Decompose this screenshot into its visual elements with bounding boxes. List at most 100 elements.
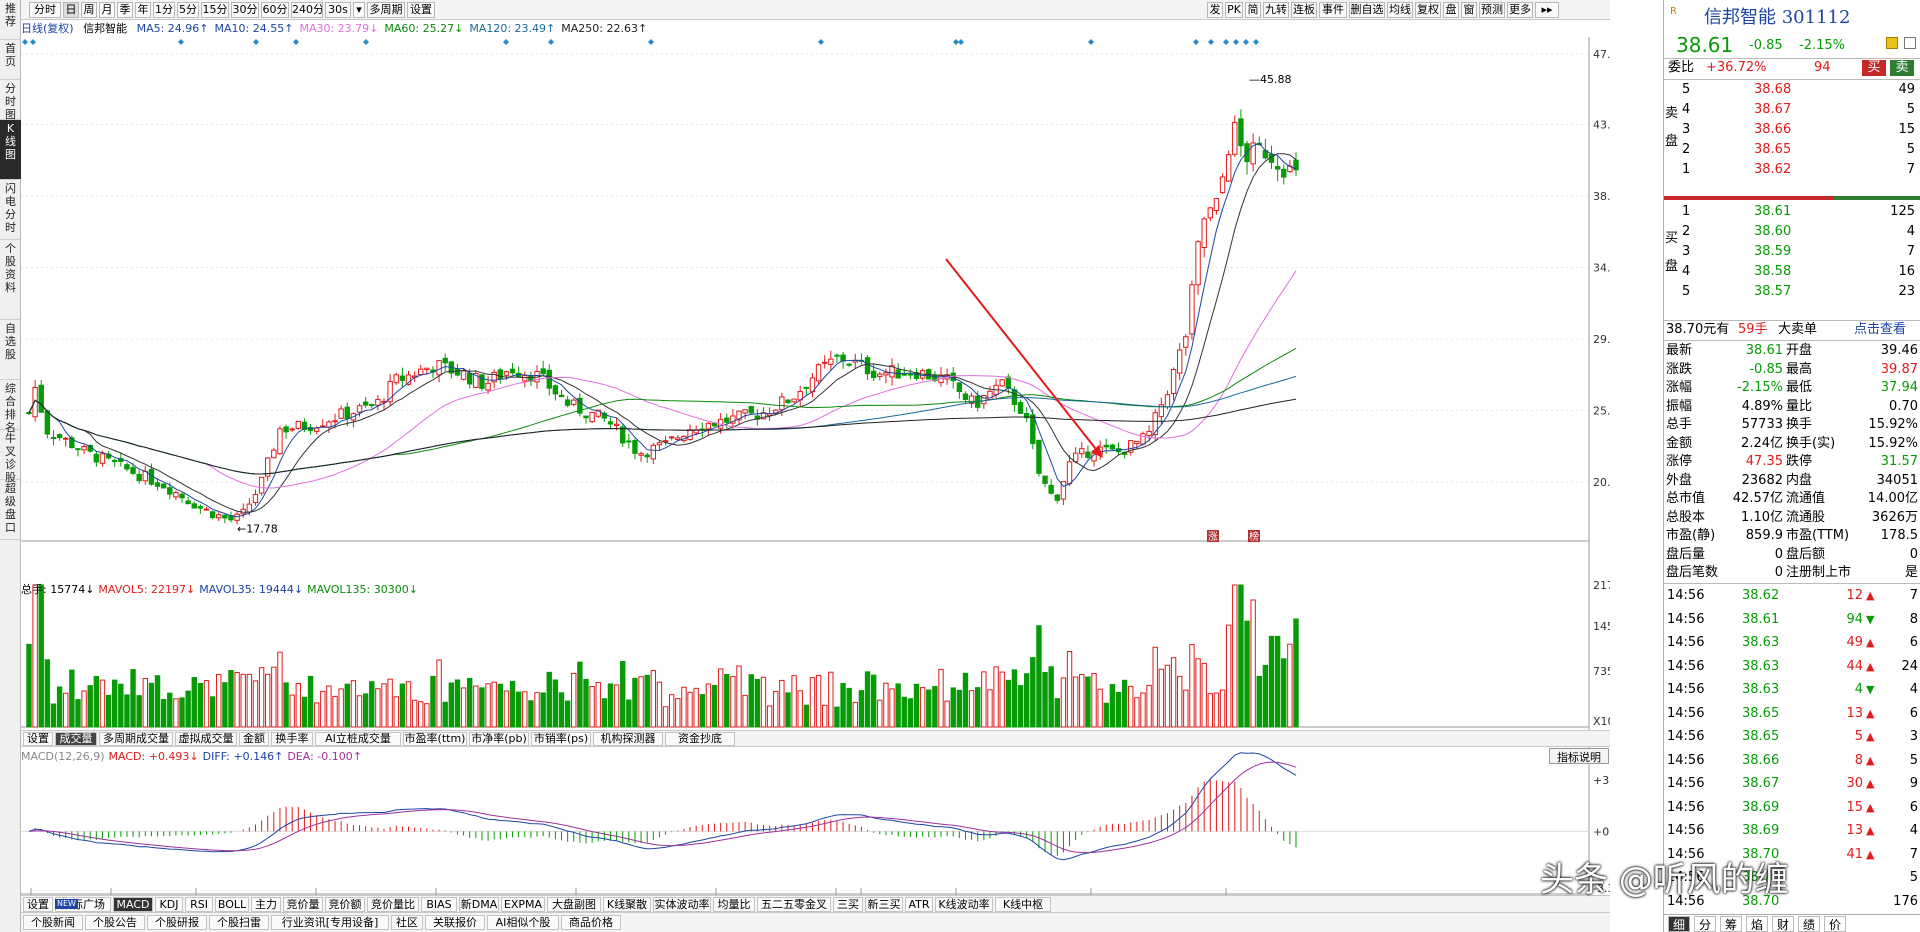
period-button[interactable]: 15分: [201, 2, 229, 18]
candle[interactable]: [1140, 433, 1146, 445]
candle[interactable]: [1048, 484, 1054, 494]
event-marker[interactable]: [1088, 39, 1094, 45]
candle[interactable]: [846, 363, 852, 366]
candle[interactable]: [907, 373, 914, 376]
event-marker[interactable]: [548, 39, 554, 45]
candle[interactable]: [179, 493, 185, 499]
candle[interactable]: [154, 482, 161, 487]
left-nav-item[interactable]: 自选股: [0, 320, 21, 380]
candle[interactable]: [558, 394, 565, 398]
candle[interactable]: [620, 426, 626, 444]
candle[interactable]: [828, 358, 834, 365]
candle[interactable]: [203, 508, 210, 511]
panel-tab[interactable]: 焰: [1746, 916, 1768, 932]
bottom-tab[interactable]: 竞价额: [325, 897, 365, 912]
bottom-tab[interactable]: ATR: [905, 897, 933, 912]
toolbar-right-button[interactable]: 预测: [1479, 2, 1505, 18]
indicator-tab[interactable]: 金额: [239, 732, 269, 746]
candle[interactable]: [1189, 284, 1195, 335]
event-marker[interactable]: [503, 39, 509, 45]
candle[interactable]: [344, 406, 350, 420]
toolbar-right-button[interactable]: 连板: [1291, 2, 1317, 18]
candle[interactable]: [1146, 430, 1152, 436]
candle[interactable]: [160, 483, 167, 489]
toolbar-right-button[interactable]: 复权: [1415, 2, 1441, 18]
toolbar-right-button[interactable]: 盘: [1443, 2, 1459, 18]
info-tab[interactable]: 关联报价: [425, 915, 485, 930]
event-marker[interactable]: [1253, 39, 1259, 45]
period-button[interactable]: ▾: [353, 2, 365, 18]
candle[interactable]: [748, 405, 754, 414]
period-button[interactable]: 240分: [291, 2, 323, 18]
candle[interactable]: [369, 404, 375, 407]
bottom-tab[interactable]: KDJ: [155, 897, 183, 912]
candle[interactable]: [111, 459, 118, 463]
candle[interactable]: [1066, 461, 1073, 485]
candle[interactable]: [136, 473, 142, 482]
toolbar-right-button[interactable]: 事件: [1319, 2, 1347, 18]
candle[interactable]: [583, 415, 589, 419]
candle[interactable]: [870, 370, 877, 379]
candle[interactable]: [552, 385, 559, 395]
event-marker[interactable]: [958, 39, 964, 45]
event-marker[interactable]: [363, 39, 369, 45]
left-nav-item[interactable]: 牛叉诊股: [0, 430, 21, 484]
candle[interactable]: [779, 396, 785, 411]
period-button[interactable]: 1分: [153, 2, 175, 18]
panel-tab[interactable]: 筹: [1720, 916, 1742, 932]
bottom-tab[interactable]: 新三买: [865, 897, 903, 912]
candle[interactable]: [632, 440, 638, 454]
candle[interactable]: [711, 422, 718, 427]
period-button[interactable]: 周: [81, 2, 97, 18]
candle[interactable]: [252, 494, 259, 504]
event-marker[interactable]: [22, 39, 28, 45]
candle[interactable]: [564, 399, 571, 406]
candle[interactable]: [1274, 166, 1281, 170]
candle[interactable]: [173, 491, 179, 498]
indicator-tab[interactable]: 市盈率(ttm): [403, 732, 467, 746]
candle[interactable]: [442, 357, 448, 364]
candle[interactable]: [356, 405, 363, 413]
candle[interactable]: [650, 444, 657, 460]
info-tab[interactable]: 个股研报: [147, 915, 207, 930]
sell-button[interactable]: 卖: [1890, 60, 1914, 76]
period-button[interactable]: 季: [117, 2, 133, 18]
candle[interactable]: [216, 514, 222, 519]
candle[interactable]: [1183, 336, 1189, 348]
candle[interactable]: [130, 467, 136, 474]
period-button[interactable]: 5分: [177, 2, 199, 18]
candle[interactable]: [38, 384, 44, 413]
candle[interactable]: [436, 360, 442, 376]
candle[interactable]: [313, 427, 320, 432]
candle[interactable]: [418, 368, 424, 376]
indicator-explain-button[interactable]: 指标说明: [1549, 748, 1609, 764]
candle[interactable]: [1109, 444, 1116, 450]
bottom-tab[interactable]: RSI: [185, 897, 213, 912]
candle[interactable]: [393, 374, 399, 384]
candle[interactable]: [1170, 369, 1177, 395]
bottom-tab[interactable]: BOLL: [215, 897, 249, 912]
candle[interactable]: [209, 511, 216, 519]
kline-chart[interactable]: 47.44 43.03 38.56 34.09 29.62 25.16 20.69 2172 1…: [21, 37, 1610, 895]
candle[interactable]: [44, 410, 51, 435]
candle[interactable]: [271, 449, 277, 459]
period-button[interactable]: 60分: [261, 2, 289, 18]
panel-tab[interactable]: 分: [1694, 916, 1716, 932]
period-button[interactable]: 设置: [407, 2, 435, 18]
candle[interactable]: [466, 372, 473, 385]
candle[interactable]: [864, 357, 871, 375]
event-marker[interactable]: [1223, 39, 1229, 45]
bottom-tab[interactable]: 大盘副图: [547, 897, 601, 912]
expand-icon[interactable]: [1904, 37, 1916, 49]
toolbar-right-button[interactable]: 发: [1207, 2, 1223, 18]
candle[interactable]: [675, 437, 681, 441]
candle[interactable]: [509, 368, 516, 374]
buy-button[interactable]: 买: [1862, 60, 1886, 76]
candle[interactable]: [1054, 494, 1060, 501]
candle[interactable]: [1238, 118, 1244, 147]
toolbar-right-button[interactable]: 简: [1245, 2, 1261, 18]
candle[interactable]: [63, 437, 69, 440]
indicator-tab[interactable]: 成交量: [55, 732, 97, 746]
event-marker[interactable]: [30, 39, 36, 45]
event-marker[interactable]: [178, 39, 184, 45]
